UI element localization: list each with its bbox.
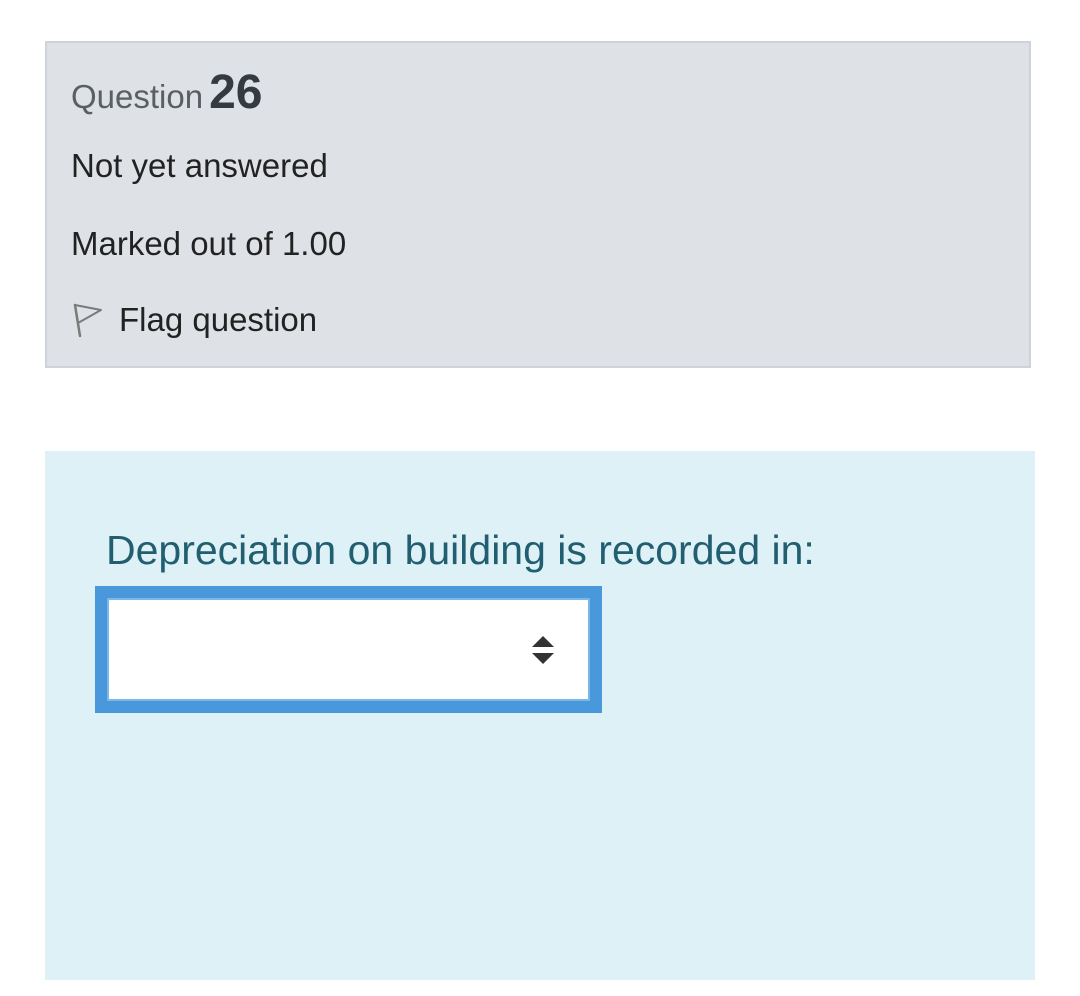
question-marks: Marked out of 1.00: [71, 225, 347, 262]
flag-question-link[interactable]: Flag question: [71, 301, 317, 339]
question-status: Not yet answered: [71, 147, 328, 184]
select-sort-icon: [532, 636, 554, 664]
flag-icon: [73, 303, 102, 338]
question-label: Question: [71, 78, 204, 115]
answer-select[interactable]: [95, 586, 602, 713]
question-heading: Question 26: [71, 65, 262, 120]
question-number: 26: [209, 66, 263, 119]
question-text: Depreciation on building is recorded in:: [106, 527, 815, 573]
question-info-panel: Question 26 Not yet answered Marked out o…: [45, 41, 1031, 368]
question-formulation: Depreciation on building is recorded in:: [45, 451, 1035, 980]
flag-question-label: Flag question: [119, 301, 318, 338]
